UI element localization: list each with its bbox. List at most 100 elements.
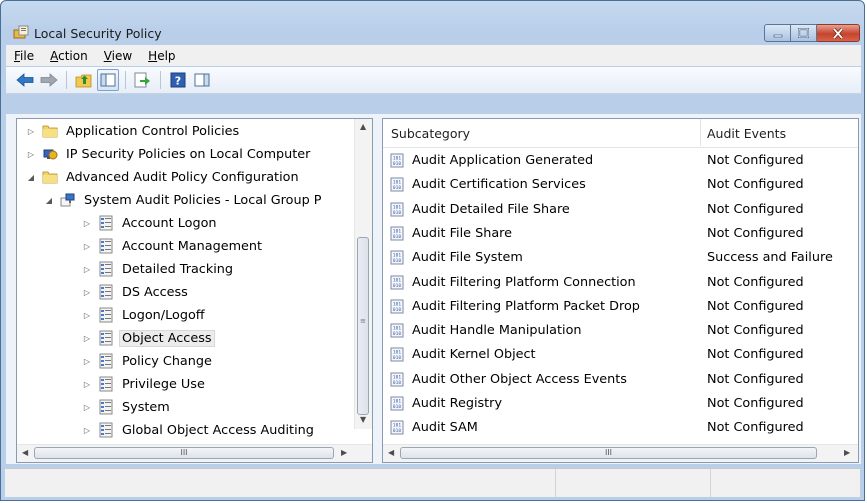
expand-arrow-icon[interactable]: ▷ (81, 263, 93, 275)
close-button[interactable] (817, 24, 860, 42)
scroll-right-arrow-icon[interactable]: ▶ (844, 448, 850, 457)
expand-arrow-icon[interactable]: ▷ (81, 401, 93, 413)
show-hide-console-tree-button[interactable] (97, 69, 119, 91)
expand-arrow-icon[interactable]: ▷ (25, 148, 37, 160)
list-item[interactable]: 101 010 Audit Handle Manipulation Not Confi… (383, 319, 858, 343)
scrollbar-thumb[interactable]: III (400, 447, 817, 459)
audit-setting-icon: 101010 (390, 153, 404, 168)
svg-text:101: 101 (393, 204, 401, 210)
title-bar[interactable]: Local Security Policy (1, 1, 864, 45)
list-item[interactable]: 101 010 Audit Other Object Access Events No… (383, 368, 858, 392)
svg-text:101: 101 (393, 350, 401, 356)
tree-item[interactable]: ▷ Application Control Policies (25, 120, 242, 142)
list-item[interactable]: 101 010 Audit Certification Services Not Co… (383, 173, 858, 197)
tree-item[interactable]: ▷ DS Access (81, 281, 191, 303)
list-item[interactable]: 101 010 Audit Filtering Platform Packet Dr… (383, 295, 858, 319)
expand-arrow-icon[interactable]: ▷ (81, 424, 93, 436)
scrollbar-thumb[interactable]: ≡ (357, 237, 369, 415)
list-item[interactable]: 101 010 Audit Detailed File Share Not Confi… (383, 198, 858, 222)
list-item[interactable]: 101 010 Audit File Share Not Configured (383, 222, 858, 246)
thumb-grip-label: III (180, 448, 188, 457)
tree-item[interactable]: ▷ Account Logon (81, 212, 220, 234)
tree-item[interactable]: ▷ Privilege Use (81, 373, 208, 395)
show-hide-action-pane-button[interactable] (191, 69, 213, 91)
scroll-up-arrow-icon[interactable]: ▲ (360, 122, 366, 131)
security-policy-app-icon (13, 25, 29, 39)
audit-category-icon (99, 307, 113, 323)
audit-setting-icon: 101010 (390, 396, 404, 411)
expand-arrow-icon[interactable]: ▷ (25, 125, 37, 137)
tree-item[interactable]: ◢ Advanced Audit Policy Configuration (25, 166, 302, 188)
tree-item[interactable]: ▷ IP Security Policies on Local Computer (25, 143, 313, 165)
list-item[interactable]: 101 010 Audit File System Success and Failu… (383, 246, 858, 270)
status-cell-secondary (556, 469, 711, 497)
list-horizontal-scrollbar[interactable]: ◀ III ▶ (383, 444, 858, 462)
expand-arrow-icon[interactable]: ▷ (81, 217, 93, 229)
list-item[interactable]: 101 010 Audit Registry Not Configured (383, 392, 858, 416)
scroll-left-arrow-icon[interactable]: ◀ (22, 448, 28, 457)
audit-setting-icon: 101010 (390, 275, 404, 289)
expand-arrow-icon[interactable]: ▷ (81, 378, 93, 390)
audit-events-value: Not Configured (707, 298, 804, 314)
export-list-icon (134, 72, 150, 88)
menu-help[interactable]: Help (140, 49, 183, 63)
back-button[interactable] (14, 69, 36, 91)
list-item[interactable]: 101 010 Audit SAM Not Configured (383, 416, 858, 440)
ip-security-icon (43, 149, 58, 160)
export-list-button[interactable] (132, 69, 154, 91)
expand-arrow-icon[interactable]: ▷ (81, 355, 93, 367)
up-one-level-button[interactable] (73, 69, 95, 91)
tree-item[interactable]: ◢ System Audit Policies - Local Group P (43, 189, 324, 211)
audit-setting-icon: 101010 (390, 372, 404, 387)
expand-arrow-icon[interactable]: ▷ (81, 240, 93, 252)
maximize-button[interactable] (791, 24, 817, 42)
help-button[interactable]: ? (167, 69, 189, 91)
list-item[interactable]: 101 010 Audit Kernel Object Not Configured (383, 343, 858, 367)
tree-vertical-scrollbar[interactable]: ▲ ≡ ▼ (354, 119, 372, 429)
menu-file[interactable]: File (6, 49, 42, 63)
audit-category-icon (99, 215, 113, 231)
tree-item-label: Detailed Tracking (122, 261, 234, 277)
scroll-down-arrow-icon[interactable]: ▼ (360, 415, 366, 424)
tree-item[interactable]: ▷ Policy Change (81, 350, 215, 372)
window-title: Local Security Policy (34, 26, 162, 41)
list-item[interactable]: 101 010 Audit Application Generated Not Con… (383, 149, 858, 173)
column-header-subcategory[interactable]: Subcategory (391, 126, 470, 141)
folder-icon (42, 125, 58, 138)
expand-arrow-icon[interactable]: ▷ (81, 309, 93, 321)
scroll-right-arrow-icon[interactable]: ▶ (341, 448, 347, 457)
forward-button[interactable] (38, 69, 60, 91)
tree-item[interactable]: ▷ Object Access (81, 327, 215, 349)
svg-text:010: 010 (393, 258, 401, 264)
subcategory-name: Audit Kernel Object (412, 347, 536, 363)
svg-text:101: 101 (393, 180, 401, 186)
column-header-audit-events[interactable]: Audit Events (707, 126, 786, 141)
audit-setting-icon: 101010 (390, 250, 404, 265)
subcategory-name: Audit Detailed File Share (412, 201, 570, 217)
tree-item[interactable]: ▷ Account Management (81, 235, 265, 257)
audit-events-value: Not Configured (707, 274, 804, 290)
tree-item[interactable]: ▷ Logon/Logoff (81, 304, 208, 326)
tree-item[interactable]: ▷ Detailed Tracking (81, 258, 236, 280)
minimize-button[interactable] (764, 24, 791, 42)
console-tree-icon (100, 73, 116, 87)
tree-item[interactable]: ▷ System (81, 396, 173, 418)
scroll-left-arrow-icon[interactable]: ◀ (388, 448, 394, 457)
tree-item-label: System (122, 399, 170, 415)
scrollbar-thumb[interactable]: III (34, 447, 334, 459)
audit-setting-icon: 101010 (390, 177, 404, 192)
tree-horizontal-scrollbar[interactable]: ◀ III ▶ (17, 444, 372, 462)
tree-item-label: DS Access (122, 284, 188, 300)
tree-item[interactable]: ▷ Global Object Access Auditing (81, 419, 317, 441)
svg-text:010: 010 (393, 307, 401, 313)
menu-view[interactable]: View (96, 49, 140, 63)
expand-arrow-icon[interactable]: ▷ (81, 286, 93, 298)
collapse-arrow-icon[interactable]: ◢ (43, 194, 55, 206)
expand-arrow-icon[interactable]: ▷ (81, 332, 93, 344)
list-item[interactable]: 101 010 Audit Filtering Platform Connectio… (383, 271, 858, 295)
collapse-arrow-icon[interactable]: ◢ (25, 171, 37, 183)
tree-item-label: System Audit Policies - Local Group P (84, 192, 322, 208)
menu-action[interactable]: Action (42, 49, 96, 63)
svg-text:010: 010 (393, 161, 401, 167)
column-divider[interactable] (700, 119, 701, 146)
